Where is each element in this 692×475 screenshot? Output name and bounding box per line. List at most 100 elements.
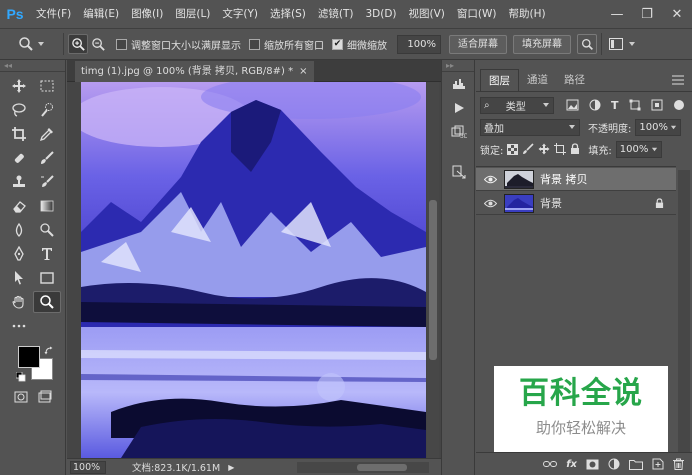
layer-row[interactable]: 背景 xyxy=(476,192,676,215)
menu-3d[interactable]: 3D(D) xyxy=(359,0,402,28)
rectangle-tool-icon[interactable] xyxy=(33,267,61,289)
eraser-tool-icon[interactable] xyxy=(5,195,33,217)
crop-tool-icon[interactable] xyxy=(5,123,33,145)
more-tools-icon[interactable] xyxy=(5,315,33,337)
vertical-scrollbar[interactable] xyxy=(427,82,439,458)
document-tab[interactable]: timg (1).jpg @ 100% (背景 拷贝, RGB/8#) * × xyxy=(75,61,314,82)
lock-image-icon[interactable] xyxy=(522,143,534,155)
layer-row[interactable]: 背景 拷贝 xyxy=(476,168,676,191)
chevron-right-icon[interactable]: ▶ xyxy=(228,463,234,472)
scroll-thumb[interactable] xyxy=(357,464,407,471)
panel-grip-icon[interactable]: ◂◂ xyxy=(0,60,65,72)
search-button[interactable] xyxy=(577,34,597,54)
close-tab-icon[interactable]: × xyxy=(299,61,307,82)
menu-type[interactable]: 文字(Y) xyxy=(216,0,264,28)
zoom-all-windows-checkbox[interactable]: 缩放所有窗口 xyxy=(249,37,324,52)
scrubby-zoom-checkbox[interactable]: ✔ 细微缩放 xyxy=(332,37,387,52)
menu-layer[interactable]: 图层(L) xyxy=(169,0,216,28)
clone-stamp-tool-icon[interactable] xyxy=(5,171,33,193)
blend-mode-select[interactable]: 叠加 xyxy=(480,118,580,136)
menu-view[interactable]: 视图(V) xyxy=(403,0,451,28)
horizontal-scrollbar[interactable] xyxy=(297,462,429,473)
fill-field[interactable]: 100% xyxy=(615,140,662,158)
swap-colors-icon[interactable] xyxy=(44,346,54,356)
add-mask-icon[interactable] xyxy=(586,459,599,470)
status-zoom-field[interactable]: 100% xyxy=(70,460,106,474)
lock-all-icon[interactable] xyxy=(570,143,580,155)
zoom-out-button[interactable] xyxy=(88,34,108,54)
tab-paths[interactable]: 路径 xyxy=(556,69,593,91)
scroll-thumb[interactable] xyxy=(429,200,437,360)
quick-selection-tool-icon[interactable] xyxy=(33,99,61,121)
filter-toggle-icon[interactable] xyxy=(673,99,685,111)
dodge-tool-icon[interactable] xyxy=(33,219,61,241)
minimize-button[interactable]: — xyxy=(602,0,632,28)
menu-filter[interactable]: 滤镜(T) xyxy=(312,0,360,28)
lock-position-icon[interactable] xyxy=(538,143,550,155)
fit-screen-button[interactable]: 适合屏幕 xyxy=(449,34,507,54)
workspace-button[interactable] xyxy=(606,34,626,54)
zoom-percent-field[interactable]: 100% xyxy=(397,34,441,54)
layer-name[interactable]: 背景 xyxy=(540,195,562,211)
visibility-eye-icon[interactable] xyxy=(476,175,504,184)
menu-image[interactable]: 图像(I) xyxy=(125,0,169,28)
tab-channels[interactable]: 通道 xyxy=(519,69,556,91)
zoom-tool-icon[interactable] xyxy=(33,291,61,313)
tool-preset-picker[interactable] xyxy=(18,36,45,52)
resize-windows-checkbox[interactable]: 调整窗口大小以满屏显示 xyxy=(116,37,241,52)
menu-window[interactable]: 窗口(W) xyxy=(451,0,503,28)
properties-icon[interactable] xyxy=(442,160,476,184)
fx-icon[interactable]: fx xyxy=(566,459,577,470)
play-actions-icon[interactable] xyxy=(442,96,476,120)
filter-pixel-icon[interactable] xyxy=(566,99,579,111)
filter-kind-select[interactable]: ⌕ 类型 xyxy=(480,96,554,114)
filter-adjustment-icon[interactable] xyxy=(589,99,601,111)
pen-tool-icon[interactable] xyxy=(5,243,33,265)
move-tool-icon[interactable] xyxy=(5,75,33,97)
menu-file[interactable]: 文件(F) xyxy=(30,0,77,28)
filter-smart-object-icon[interactable] xyxy=(651,99,663,111)
zoom-in-button[interactable] xyxy=(68,34,88,54)
filter-shape-icon[interactable] xyxy=(629,99,641,111)
type-tool-icon[interactable] xyxy=(33,243,61,265)
histogram-icon[interactable] xyxy=(442,72,476,96)
chevron-down-icon[interactable] xyxy=(628,40,636,48)
brush-tool-icon[interactable] xyxy=(33,147,61,169)
menu-select[interactable]: 选择(S) xyxy=(264,0,312,28)
close-button[interactable]: ✕ xyxy=(662,0,692,28)
filter-type-icon[interactable]: T xyxy=(611,99,619,112)
quick-mask-icon[interactable] xyxy=(14,390,28,404)
link-layers-icon[interactable] xyxy=(543,459,558,469)
group-folder-icon[interactable] xyxy=(629,459,643,470)
opacity-field[interactable]: 100% xyxy=(635,118,682,136)
path-selection-tool-icon[interactable] xyxy=(5,267,33,289)
blur-tool-icon[interactable] xyxy=(5,219,33,241)
new-layer-icon[interactable] xyxy=(652,458,664,470)
lasso-tool-icon[interactable] xyxy=(5,99,33,121)
panel-grip-icon[interactable]: ▸▸ xyxy=(442,60,474,72)
screen-mode-icon[interactable] xyxy=(38,390,52,404)
tab-layers[interactable]: 图层 xyxy=(480,69,519,91)
layers-scrollbar[interactable] xyxy=(678,170,690,453)
menu-edit[interactable]: 编辑(E) xyxy=(77,0,125,28)
layer-name[interactable]: 背景 拷贝 xyxy=(540,171,588,187)
foreground-color-swatch[interactable] xyxy=(18,346,40,368)
gradient-tool-icon[interactable] xyxy=(33,195,61,217)
history-brush-tool-icon[interactable] xyxy=(33,171,61,193)
menu-help[interactable]: 帮助(H) xyxy=(503,0,552,28)
restore-button[interactable]: ❐ xyxy=(632,0,662,28)
eyedropper-tool-icon[interactable] xyxy=(33,123,61,145)
default-colors-icon[interactable] xyxy=(16,372,26,382)
hand-tool-icon[interactable] xyxy=(5,291,33,313)
healing-brush-tool-icon[interactable] xyxy=(5,147,33,169)
adjustment-layer-icon[interactable] xyxy=(608,458,620,470)
visibility-eye-icon[interactable] xyxy=(476,199,504,208)
3d-icon[interactable]: 3D xyxy=(442,120,476,144)
fill-screen-button[interactable]: 填充屏幕 xyxy=(513,34,571,54)
marquee-tool-icon[interactable] xyxy=(33,75,61,97)
lock-transparent-icon[interactable] xyxy=(507,143,519,155)
lock-artboard-icon[interactable] xyxy=(554,143,567,155)
image-canvas[interactable] xyxy=(81,82,426,458)
panel-menu-icon[interactable] xyxy=(672,75,684,85)
trash-icon[interactable] xyxy=(673,458,684,470)
